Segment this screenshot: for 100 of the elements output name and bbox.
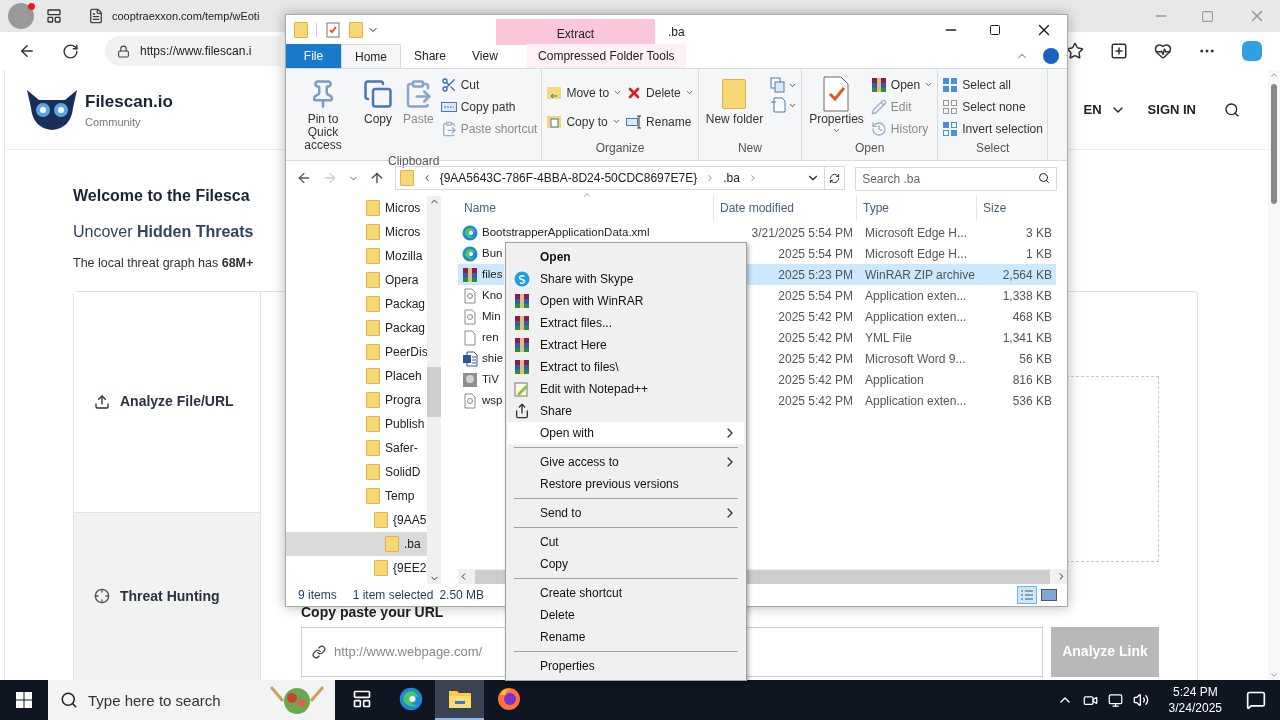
help-icon[interactable] <box>1043 48 1059 64</box>
ribbon-tab[interactable]: Compressed Folder Tools <box>526 44 686 68</box>
taskbar-search[interactable]: Type here to search <box>48 680 335 720</box>
breadcrumb[interactable]: .ba <box>723 169 740 187</box>
file-name[interactable]: wsp <box>482 390 504 411</box>
menu-item[interactable]: Delete <box>508 604 744 626</box>
file-menu-tab[interactable]: File <box>286 44 341 68</box>
tree-item[interactable]: Safer- <box>286 436 427 460</box>
file-name[interactable]: ren <box>482 327 504 348</box>
scrollbar-thumb[interactable] <box>1271 84 1277 204</box>
ribbon-button[interactable]: Move to <box>546 83 623 102</box>
ribbon-button[interactable]: New folder <box>702 75 767 139</box>
ribbon-tab[interactable]: Share <box>401 44 460 68</box>
tree-item[interactable]: Opera <box>286 268 427 292</box>
column-header[interactable]: Type <box>856 195 976 221</box>
page-headline: Welcome to the Filesca <box>73 186 250 206</box>
ribbon-icon-button[interactable] <box>770 77 798 93</box>
sidebar-item[interactable]: Threat Hunting <box>74 511 260 680</box>
ribbon-tab[interactable]: View <box>459 44 511 68</box>
ribbon-button[interactable]: Copy to <box>546 112 623 131</box>
menu-item[interactable]: Properties <box>508 655 744 677</box>
tree-item[interactable]: Micros <box>286 196 427 220</box>
file-name[interactable]: Min <box>482 306 504 327</box>
menu-item[interactable]: Edit with Notepad++ <box>508 378 744 400</box>
tree-item[interactable]: {9EE2 <box>286 556 427 580</box>
column-header[interactable]: Name <box>458 195 713 221</box>
tree-item[interactable]: Publish <box>286 412 427 436</box>
volume-icon[interactable] <box>1132 692 1149 708</box>
network-icon[interactable] <box>1107 692 1123 708</box>
menu-item[interactable]: Restore previous versions <box>508 473 744 495</box>
menu-item[interactable]: Extract to files\ <box>508 356 744 378</box>
file-name[interactable]: BootstrapperApplicationData.xml <box>482 222 650 243</box>
ribbon-button[interactable]: Properties <box>806 75 867 139</box>
tree-item[interactable]: .ba <box>286 532 427 556</box>
back-icon[interactable] <box>18 42 36 60</box>
tree-item[interactable]: Packag <box>286 292 427 316</box>
address-bar[interactable]: https://www.filescan.i <box>105 36 281 66</box>
ribbon-button[interactable]: Rename <box>626 112 694 131</box>
search-field[interactable]: Search .ba <box>855 167 1057 191</box>
back-icon[interactable] <box>296 170 312 186</box>
clock-time[interactable]: 5:24 PM <box>1172 684 1218 700</box>
ribbon-button[interactable]: Copy path <box>440 97 538 116</box>
address-bar[interactable]: {9AA5643C-786F-4BBA-8D24-50CDC8697E7E} .ba <box>394 166 826 190</box>
file-name[interactable]: Bun <box>482 243 504 264</box>
large-icons-view-icon[interactable] <box>1041 589 1057 601</box>
browser-tab[interactable]: cooptraexxon.com/temp/wEoti <box>78 0 262 32</box>
tree-item[interactable]: Micros <box>286 220 427 244</box>
copilot-icon[interactable] <box>1242 41 1262 61</box>
search-icon[interactable] <box>1224 101 1240 118</box>
breadcrumb[interactable]: {9AA5643C-786F-4BBA-8D24-50CDC8697E7E} <box>439 169 698 187</box>
clock-date[interactable]: 3/24/2025 <box>1168 700 1222 716</box>
tree-item[interactable]: Temp <box>286 484 427 508</box>
file-name[interactable]: TiV <box>482 369 504 390</box>
ribbon-button[interactable]: Select none <box>942 97 1043 116</box>
favorites-icon[interactable] <box>1066 42 1084 60</box>
health-icon[interactable] <box>1154 42 1172 60</box>
ribbon-button[interactable]: Select all <box>942 75 1043 94</box>
collections-icon[interactable] <box>1110 42 1128 60</box>
avatar-icon[interactable] <box>8 3 34 29</box>
tree-item[interactable]: Placeh <box>286 364 427 388</box>
tree-item[interactable]: SolidD <box>286 460 427 484</box>
ribbon-button[interactable]: Cut <box>440 75 538 94</box>
menu-item[interactable]: Rename <box>508 626 744 648</box>
ribbon-button[interactable]: Invert selection <box>942 119 1043 138</box>
menu-item[interactable]: Send to <box>508 502 744 524</box>
column-header[interactable]: Size <box>976 195 1055 221</box>
menu-item[interactable]: Cut <box>508 531 744 553</box>
menu-item[interactable]: Copy <box>508 553 744 575</box>
ribbon-button[interactable]: Copy <box>360 75 396 152</box>
taskbar-app[interactable] <box>435 680 484 720</box>
refresh-button[interactable] <box>825 166 846 190</box>
menu-item[interactable]: Extract Here <box>508 334 744 356</box>
menu-item[interactable]: Open with WinRAR <box>508 290 744 312</box>
tab-actions-icon[interactable] <box>46 8 62 24</box>
file-name[interactable]: shie <box>482 348 504 369</box>
menu-item[interactable]: Create shortcut <box>508 582 744 604</box>
ribbon-button[interactable]: Open <box>870 75 934 94</box>
scrollbar-thumb[interactable] <box>427 367 441 417</box>
reload-icon[interactable] <box>62 42 79 60</box>
ribbon-tab[interactable]: Home <box>341 44 401 68</box>
ribbon-button[interactable]: Pin to Quick access <box>290 75 356 152</box>
column-header[interactable]: Date modified <box>713 195 856 221</box>
ribbon-button[interactable]: Delete <box>626 83 694 102</box>
maximize-icon[interactable] <box>989 24 1001 36</box>
tree-item[interactable]: PeerDis <box>286 340 427 364</box>
properties-icon[interactable] <box>325 22 341 38</box>
menu-item[interactable]: Share <box>508 400 744 422</box>
tree-item[interactable]: Packag <box>286 316 427 340</box>
tree-item[interactable]: {9AA5 <box>286 508 427 532</box>
menu-item[interactable]: Give access to <box>508 451 744 473</box>
file-name[interactable]: files <box>482 264 504 285</box>
file-name[interactable]: Kno <box>482 285 504 306</box>
sign-in-link[interactable]: SIGN IN <box>1147 99 1196 120</box>
menu-item[interactable]: Open with <box>508 422 744 444</box>
menu-item[interactable]: Extract files... <box>508 312 744 334</box>
language-selector[interactable]: EN <box>1083 99 1126 120</box>
notifications-icon[interactable] <box>1246 690 1266 710</box>
tree-item[interactable]: Progra <box>286 388 427 412</box>
tree-item[interactable]: Mozilla <box>286 244 427 268</box>
ribbon-icon-button[interactable] <box>770 97 798 113</box>
